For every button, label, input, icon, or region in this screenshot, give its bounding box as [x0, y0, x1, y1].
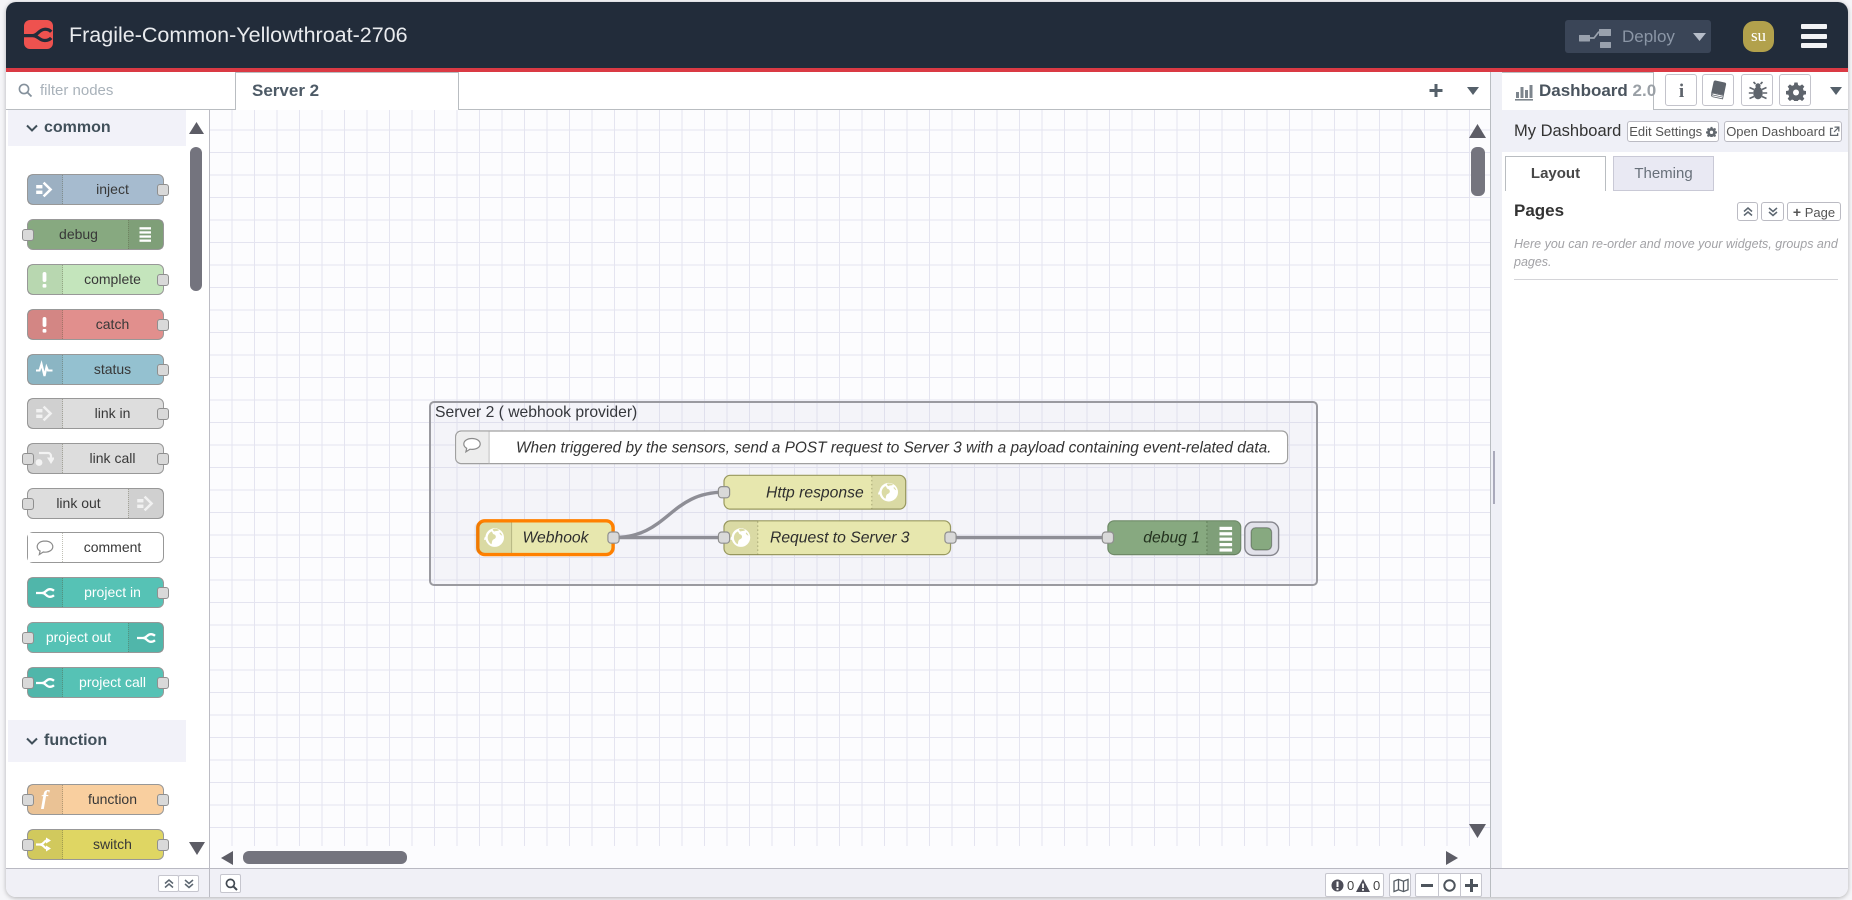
svg-text:f: f — [41, 790, 50, 809]
svg-text:Request to Server 3: Request to Server 3 — [770, 530, 910, 547]
svg-text:debug 1: debug 1 — [1143, 530, 1200, 547]
svg-text:Http response: Http response — [766, 484, 864, 501]
svg-text:When triggered by the sensors,: When triggered by the sensors, send a PO… — [516, 440, 1271, 457]
svg-text:Webhook: Webhook — [523, 530, 590, 547]
svg-text:i: i — [1679, 81, 1684, 101]
svg-text:Server 2 ( webhook provider): Server 2 ( webhook provider) — [435, 404, 637, 421]
